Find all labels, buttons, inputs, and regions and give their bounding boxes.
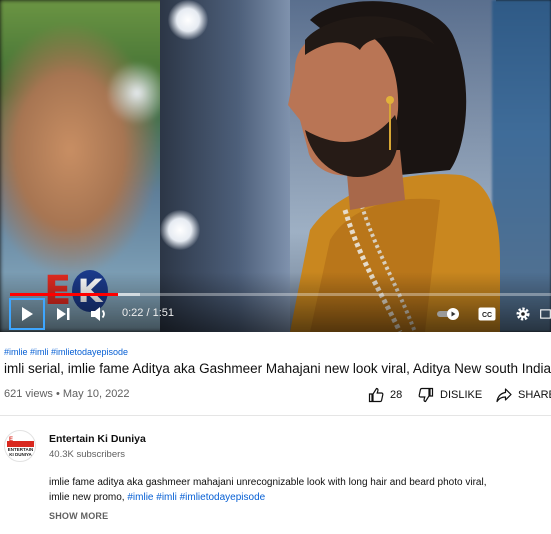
subscriber-count: 40.3K subscribers <box>49 449 126 460</box>
video-hashtags[interactable]: #imlie #imli #imlietodayepisode <box>4 347 128 357</box>
next-button[interactable] <box>52 303 74 325</box>
autoplay-toggle-icon <box>437 308 459 320</box>
play-button[interactable] <box>16 303 38 325</box>
upload-date: May 10, 2022 <box>62 388 130 400</box>
miniplayer-icon <box>540 309 551 319</box>
captions-button[interactable]: CC <box>476 303 498 325</box>
like-button[interactable]: 28 <box>368 386 402 404</box>
volume-icon <box>91 307 105 321</box>
time-separator: / <box>143 307 153 319</box>
like-count: 28 <box>390 389 403 401</box>
light-glow <box>108 58 166 128</box>
stats-separator: • <box>52 388 63 400</box>
settings-button[interactable] <box>512 303 534 325</box>
miniplayer-button[interactable] <box>540 303 551 325</box>
share-label: SHARE <box>518 389 551 401</box>
video-stats: 621 views • May 10, 2022 <box>4 388 130 400</box>
thumbs-down-icon <box>418 387 434 403</box>
dislike-button[interactable]: DISLIKE <box>418 386 482 404</box>
vanity-bulb <box>168 0 208 40</box>
captions-icon: CC <box>478 307 496 321</box>
play-icon <box>22 307 33 321</box>
settings-icon <box>516 307 530 321</box>
time-current: 0:22 <box>122 307 144 319</box>
view-count: 621 views <box>4 388 53 400</box>
share-button[interactable]: SHARE <box>496 386 551 404</box>
video-description: imlie fame aditya aka gashmeer mahajani … <box>49 475 519 505</box>
next-icon <box>57 308 70 320</box>
section-divider <box>0 415 551 416</box>
vanity-bulb <box>160 210 200 250</box>
description-line: imlie new promo, #imlie #imli #imlietoda… <box>49 490 519 505</box>
time-total: 1:51 <box>152 307 175 319</box>
controls-shade <box>0 272 551 332</box>
svg-text:CC: CC <box>482 312 492 319</box>
channel-avatar[interactable]: E ENTERTAIN KI DUNIYA <box>4 430 36 462</box>
time-display: 0:22 / 1:51 <box>122 307 174 319</box>
video-player[interactable]: E K 0:22 / 1:51 CC <box>0 0 551 332</box>
avatar-text: ENTERTAIN KI DUNIYA <box>7 447 34 457</box>
progress-played <box>10 293 119 296</box>
description-line: imlie fame aditya aka gashmeer mahajani … <box>49 477 487 488</box>
thumbs-up-icon <box>368 387 384 403</box>
video-title: imli serial, imlie fame Aditya aka Gashm… <box>4 361 551 376</box>
autoplay-toggle[interactable] <box>436 303 462 325</box>
description-text: imlie new promo, <box>49 492 128 503</box>
show-more-button[interactable]: SHOW MORE <box>49 511 108 521</box>
share-icon <box>496 388 512 403</box>
progress-bar[interactable] <box>10 293 551 296</box>
description-hashtags[interactable]: #imlie #imli #imlietodayepisode <box>127 492 265 503</box>
channel-name[interactable]: Entertain Ki Duniya <box>49 433 146 445</box>
dislike-label: DISLIKE <box>440 389 483 401</box>
volume-button[interactable] <box>88 303 110 325</box>
